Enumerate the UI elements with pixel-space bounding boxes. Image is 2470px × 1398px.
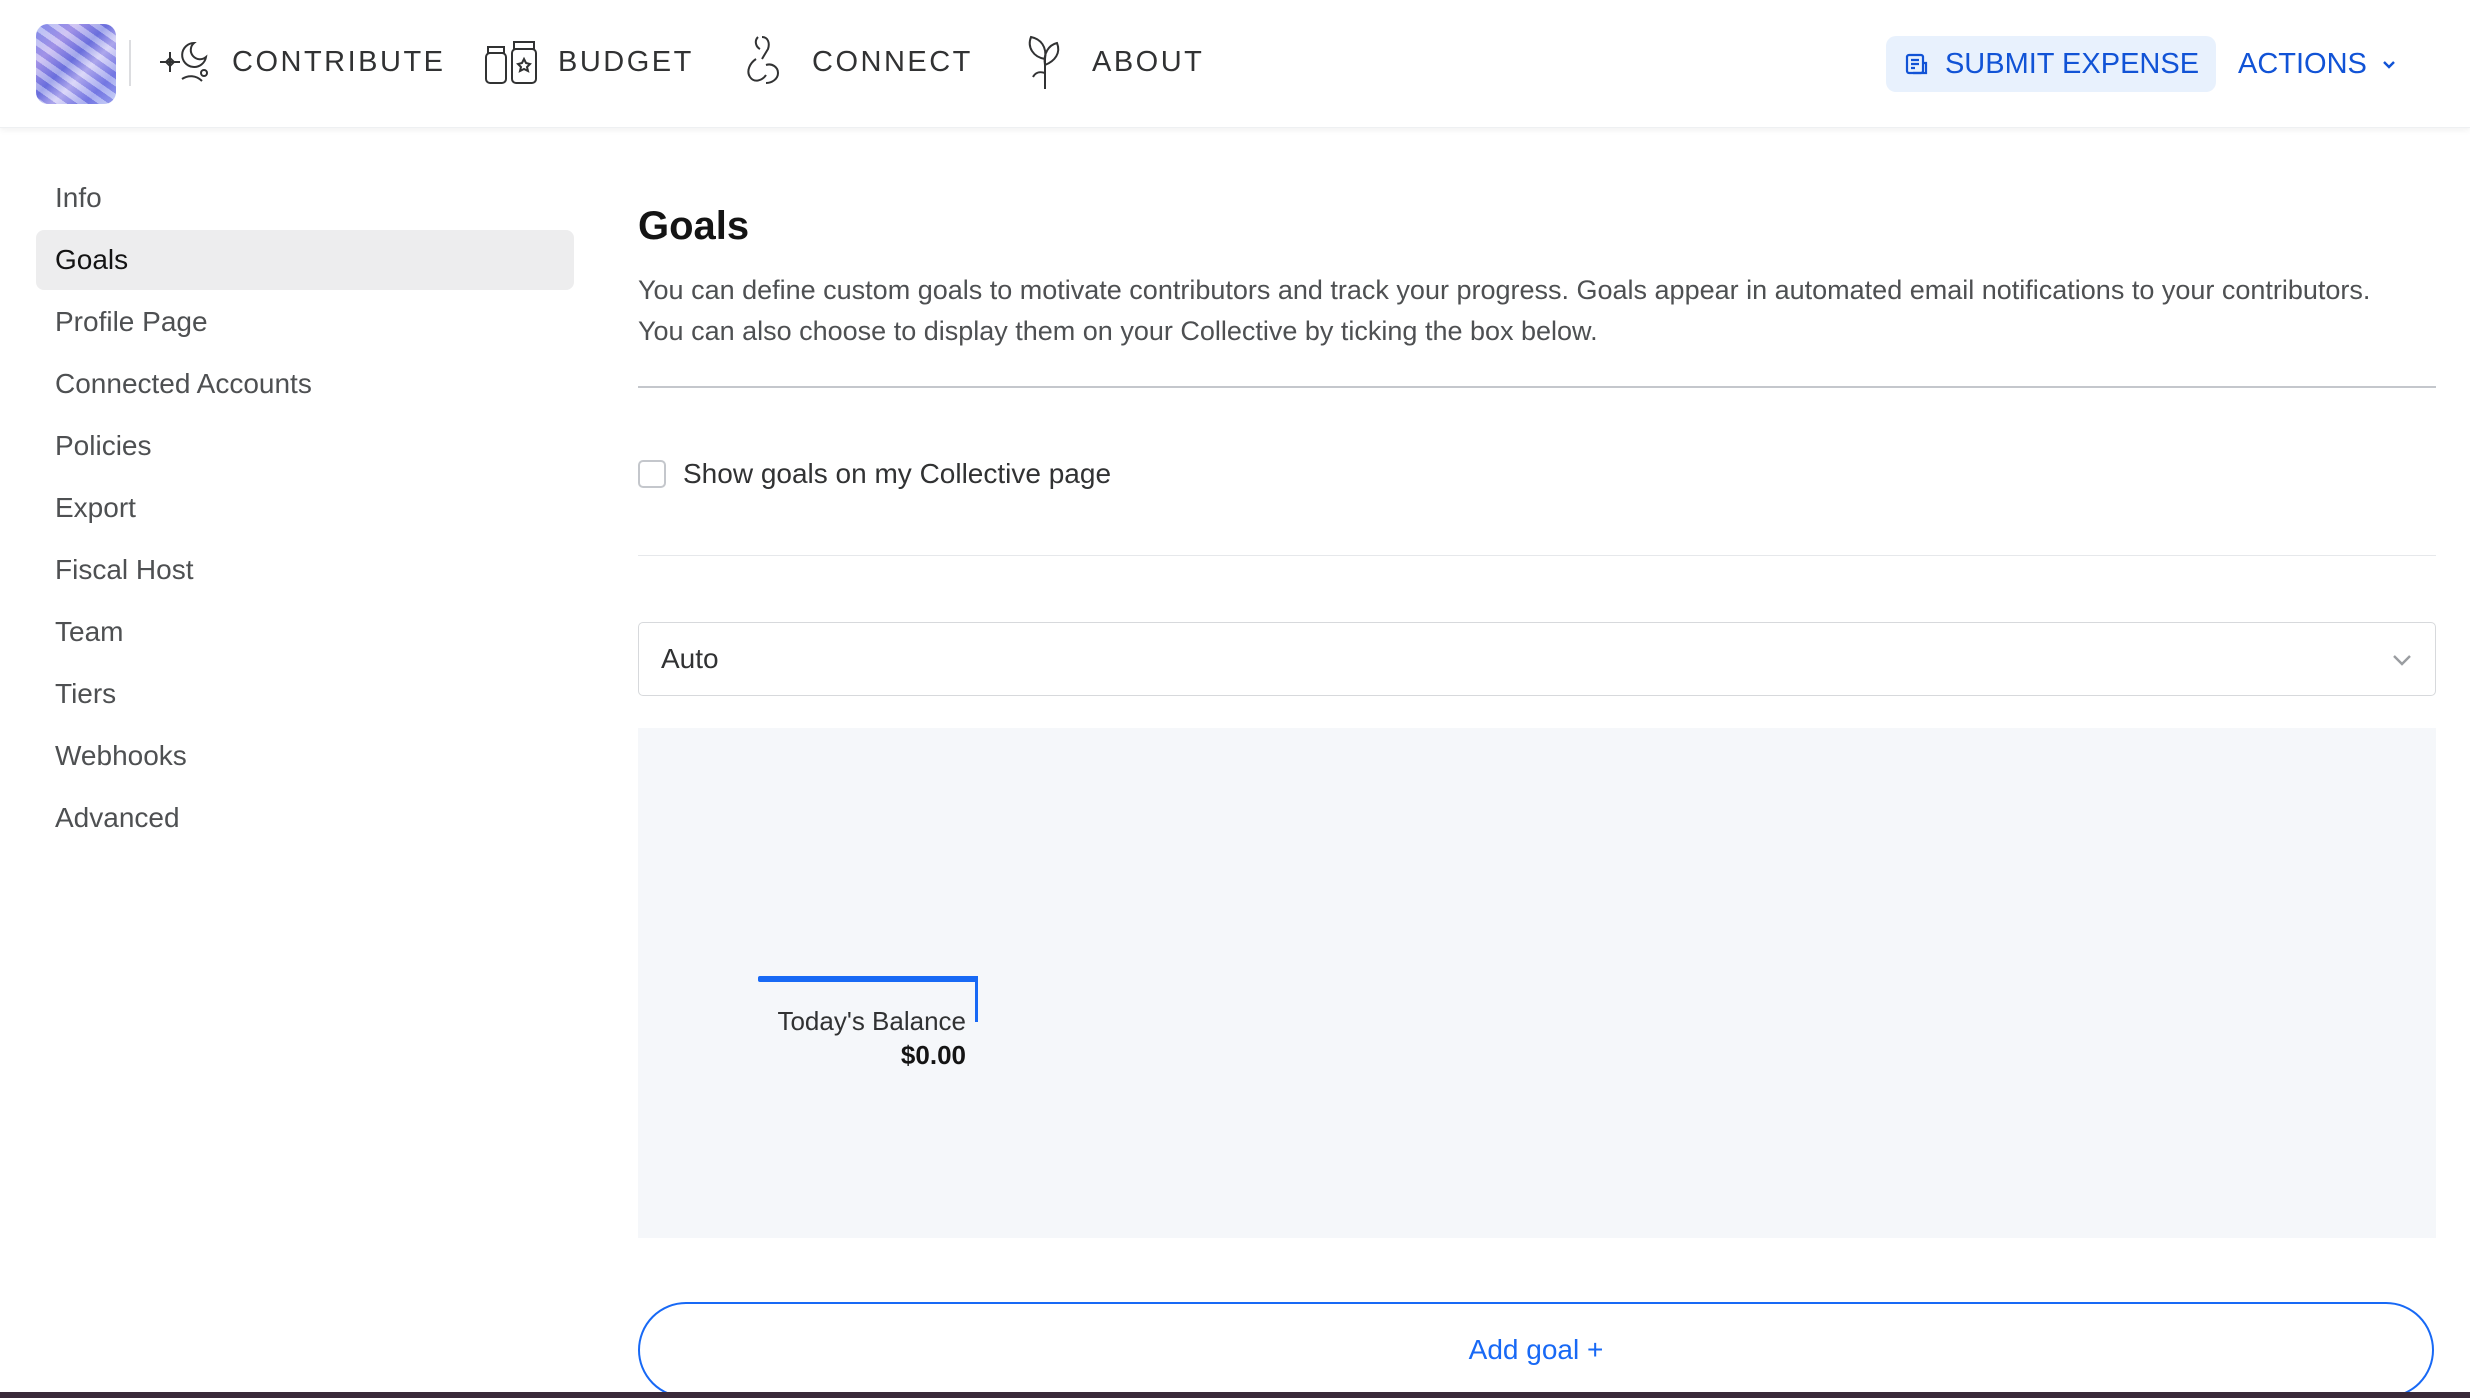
nav-contribute-label: CONTRIBUTE: [232, 45, 446, 78]
actions-dropdown[interactable]: ACTIONS: [2238, 36, 2399, 92]
nav-budget[interactable]: BUDGET: [478, 24, 694, 100]
goals-settings-panel: Goals You can define custom goals to mot…: [638, 196, 2436, 1398]
sidebar-item-fiscal-host[interactable]: Fiscal Host: [36, 540, 574, 600]
actions-label: ACTIONS: [2238, 47, 2367, 80]
sparkle-moon-icon: [152, 29, 218, 95]
nav-contribute[interactable]: CONTRIBUTE: [152, 24, 446, 100]
logo-divider: [129, 40, 131, 86]
sidebar-item-team[interactable]: Team: [36, 602, 574, 662]
sidebar-item-info[interactable]: Info: [36, 168, 574, 228]
goal-type-value: Auto: [661, 643, 719, 674]
balance-label: Today's Balance: [777, 1006, 966, 1036]
show-goals-label: Show goals on my Collective page: [683, 458, 1112, 489]
balance-marker: [975, 976, 978, 1022]
top-navbar: CONTRIBUTE BUDGET CONNECT ABOUT SUBMIT E…: [0, 0, 2470, 128]
chevron-down-icon: [2393, 655, 2411, 666]
goals-description: You can define custom goals to motivate …: [638, 275, 2371, 346]
jars-icon: [478, 29, 544, 95]
add-goal-button[interactable]: Add goal +: [638, 1302, 2434, 1398]
sidebar-item-advanced[interactable]: Advanced: [36, 788, 574, 848]
collective-logo[interactable]: [36, 24, 116, 104]
sidebar-item-webhooks[interactable]: Webhooks: [36, 726, 574, 786]
nav-about[interactable]: ABOUT: [1012, 24, 1204, 100]
page-title: Goals: [638, 204, 750, 248]
nav-budget-label: BUDGET: [558, 45, 694, 78]
receipt-icon: [1905, 53, 1928, 75]
sidebar-item-policies[interactable]: Policies: [36, 416, 574, 476]
bottom-edge: [0, 1392, 2470, 1398]
submit-expense-button[interactable]: SUBMIT EXPENSE: [1886, 36, 2216, 92]
chevron-down-icon: [2383, 61, 2395, 69]
nav-connect[interactable]: CONNECT: [732, 24, 973, 100]
handshake-icon: [732, 29, 798, 95]
plant-icon: [1012, 29, 1078, 95]
settings-sidebar: Info Goals Profile Page Connected Accoun…: [36, 168, 574, 850]
submit-expense-label: SUBMIT EXPENSE: [1944, 47, 2200, 80]
sidebar-item-goals[interactable]: Goals: [36, 230, 574, 290]
balance-amount: $0.00: [900, 1040, 966, 1070]
section-divider: [638, 386, 2436, 388]
goal-type-select[interactable]: Auto: [638, 622, 2436, 696]
sidebar-item-tiers[interactable]: Tiers: [36, 664, 574, 724]
balance-progress-bar: [758, 976, 978, 982]
nav-about-label: ABOUT: [1092, 45, 1205, 78]
show-goals-option[interactable]: Show goals on my Collective page: [638, 458, 1111, 490]
goals-preview: Today's Balance $0.00: [638, 728, 2436, 1238]
sidebar-item-profile-page[interactable]: Profile Page: [36, 292, 574, 352]
sidebar-item-export[interactable]: Export: [36, 478, 574, 538]
section-divider-2: [638, 555, 2436, 556]
sidebar-item-connected-accounts[interactable]: Connected Accounts: [36, 354, 574, 414]
show-goals-checkbox[interactable]: [638, 460, 666, 488]
nav-connect-label: CONNECT: [812, 45, 973, 78]
